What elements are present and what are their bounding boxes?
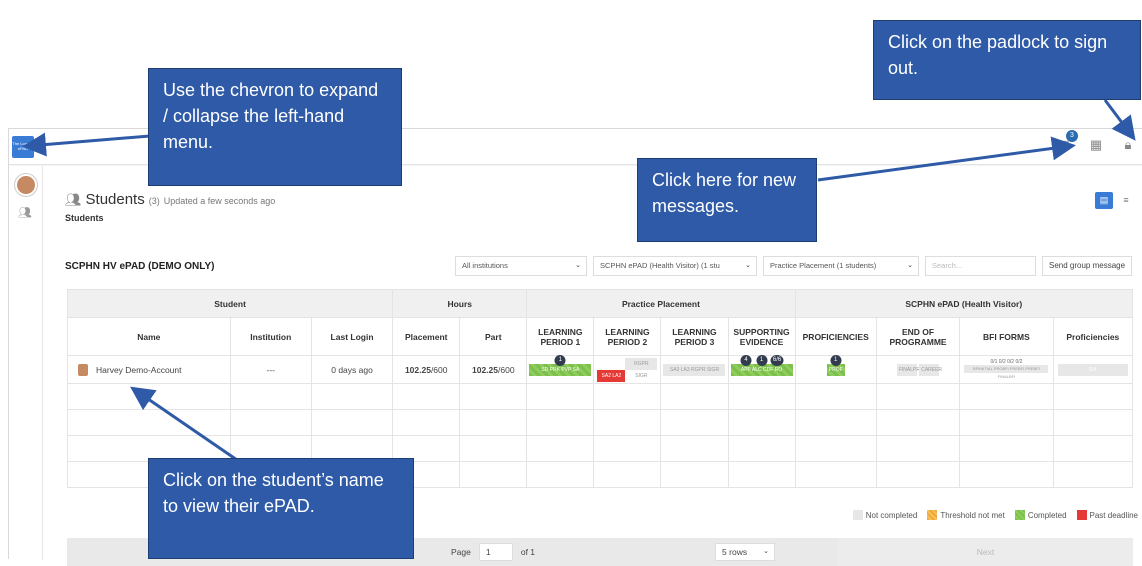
- col-bfi-forms[interactable]: BFI FORMS: [959, 317, 1054, 356]
- card-view-button[interactable]: ▤: [1095, 192, 1113, 209]
- legend-not-completed: Not completed: [852, 510, 917, 520]
- students-icon: 👥︎: [65, 192, 82, 207]
- page-of: of 1: [520, 547, 536, 557]
- student-count: (3): [148, 196, 160, 206]
- group-practice-placement: Practice Placement: [526, 289, 796, 318]
- page-input[interactable]: 1: [478, 543, 513, 561]
- table-row-empty: [67, 383, 1134, 410]
- avatar[interactable]: [15, 174, 37, 196]
- legend-threshold: Threshold not met: [927, 510, 1005, 520]
- legend-past-deadline: Past deadline: [1076, 510, 1138, 520]
- student-avatar: [78, 363, 88, 376]
- supporting-evidence-cell[interactable]: 4 1 6/6 APP ALC CDF RO: [727, 355, 796, 384]
- callout-messages: Click here for new messages.: [637, 158, 817, 242]
- table-row: Harvey Demo-Account --- 0 days ago 102.2…: [67, 355, 1134, 384]
- padlock-icon[interactable]: 🔒︎: [1120, 137, 1136, 153]
- table-row-empty: [67, 409, 1134, 436]
- col-placement[interactable]: Placement: [392, 317, 461, 356]
- placement-select[interactable]: Practice Placement (1 students) ⌄: [763, 256, 919, 276]
- student-name-cell[interactable]: Harvey Demo-Account: [67, 355, 231, 384]
- chevron-down-icon: ⌄: [745, 262, 751, 269]
- proficiencies-cell[interactable]: 1 PROF: [794, 355, 877, 384]
- callout-student: Click on the student’s name to view thei…: [148, 458, 414, 559]
- col-part[interactable]: Part: [459, 317, 528, 356]
- left-sidebar: 👥︎: [9, 166, 43, 560]
- rows-select[interactable]: 5 rows ⌄: [715, 543, 776, 561]
- view-toggle: ▤ ≡: [1095, 192, 1135, 209]
- callout-padlock: Click on the padlock to sign out.: [873, 20, 1141, 100]
- app-logo[interactable]: The London ePAD: [12, 136, 34, 158]
- header-icons: ✉ 3 ▦ 🔒︎: [1056, 130, 1136, 153]
- col-name[interactable]: Name: [67, 317, 231, 356]
- col-proficiencies[interactable]: PROFICIENCIES: [794, 317, 877, 356]
- col-end-of-programme[interactable]: END OF PROGRAMME: [875, 317, 961, 356]
- proficiencies-2-cell[interactable]: S/4: [1052, 355, 1134, 384]
- send-group-message-button[interactable]: Send group message: [1042, 256, 1133, 276]
- updated-text: Updated a few seconds ago: [163, 196, 276, 206]
- col-institution[interactable]: Institution: [229, 317, 312, 356]
- page-title: 👥︎ Students (3) Updated a few seconds ag…: [65, 191, 275, 208]
- group-scphn-epad: SCPHN ePAD (Health Visitor): [794, 289, 1134, 318]
- col-proficiencies-2[interactable]: Proficiencies: [1052, 317, 1134, 356]
- student-name-link[interactable]: Harvey Demo-Account: [96, 365, 182, 375]
- col-learning-period-1[interactable]: LEARNING PERIOD 1: [526, 317, 595, 356]
- lp2-cell[interactable]: SA2 LA2RGPR SIGR: [593, 355, 662, 384]
- epad-select[interactable]: SCPHN ePAD (Health Visitor) (1 stu ⌄: [593, 256, 757, 276]
- envelope-icon[interactable]: ✉ 3: [1056, 130, 1078, 153]
- grid-icon[interactable]: ▦: [1088, 137, 1104, 153]
- col-learning-period-2[interactable]: LEARNING PERIOD 2: [593, 317, 662, 356]
- lp1-cell[interactable]: 1 SD PRK PVP SA: [526, 355, 595, 384]
- legend-completed: Completed: [1014, 510, 1067, 520]
- last-login-cell: 0 days ago: [310, 355, 394, 384]
- bfi-forms-cell[interactable]: 0/1 0/2 0/2 0/2 BFIINITIAL PROBFI PREBFI …: [959, 355, 1054, 384]
- end-of-programme-cell[interactable]: FINALPRO CAREER: [875, 355, 961, 384]
- institution-cell: ---: [229, 355, 312, 384]
- list-view-button[interactable]: ≡: [1117, 192, 1135, 209]
- students-icon[interactable]: 👥︎: [18, 206, 32, 219]
- col-learning-period-3[interactable]: LEARNING PERIOD 3: [660, 317, 729, 356]
- callout-chevron: Use the chevron to expand / collapse the…: [148, 68, 402, 186]
- group-student: Student: [66, 289, 394, 318]
- breadcrumb: Students: [65, 213, 104, 223]
- filter-bar: All institutions ⌄ SCPHN ePAD (Health Vis…: [455, 256, 1133, 276]
- next-button[interactable]: Next: [838, 538, 1133, 566]
- part-hours-cell: 102.25/600: [459, 355, 528, 384]
- group-hours: Hours: [392, 289, 528, 318]
- lp3-cell[interactable]: SA3 LA3 RGPR SIGR: [660, 355, 729, 384]
- page-title-text: Students: [85, 191, 145, 208]
- page-label: Page: [451, 547, 471, 557]
- search-input[interactable]: Search...: [925, 256, 1036, 276]
- chevron-down-icon: ⌄: [907, 262, 913, 269]
- col-supporting-evidence[interactable]: SUPPORTING EVIDENCE: [727, 317, 796, 356]
- placement-hours-cell: 102.25/600: [392, 355, 461, 384]
- col-last-login[interactable]: Last Login: [310, 317, 394, 356]
- section-title: SCPHN HV ePAD (DEMO ONLY): [65, 261, 215, 272]
- message-count-badge: 3: [1066, 130, 1078, 142]
- chevron-down-icon: ⌄: [763, 548, 770, 555]
- institution-select[interactable]: All institutions ⌄: [455, 256, 587, 276]
- legend: Not completed Threshold not met Complete…: [852, 510, 1138, 520]
- chevron-down-icon: ⌄: [575, 262, 581, 269]
